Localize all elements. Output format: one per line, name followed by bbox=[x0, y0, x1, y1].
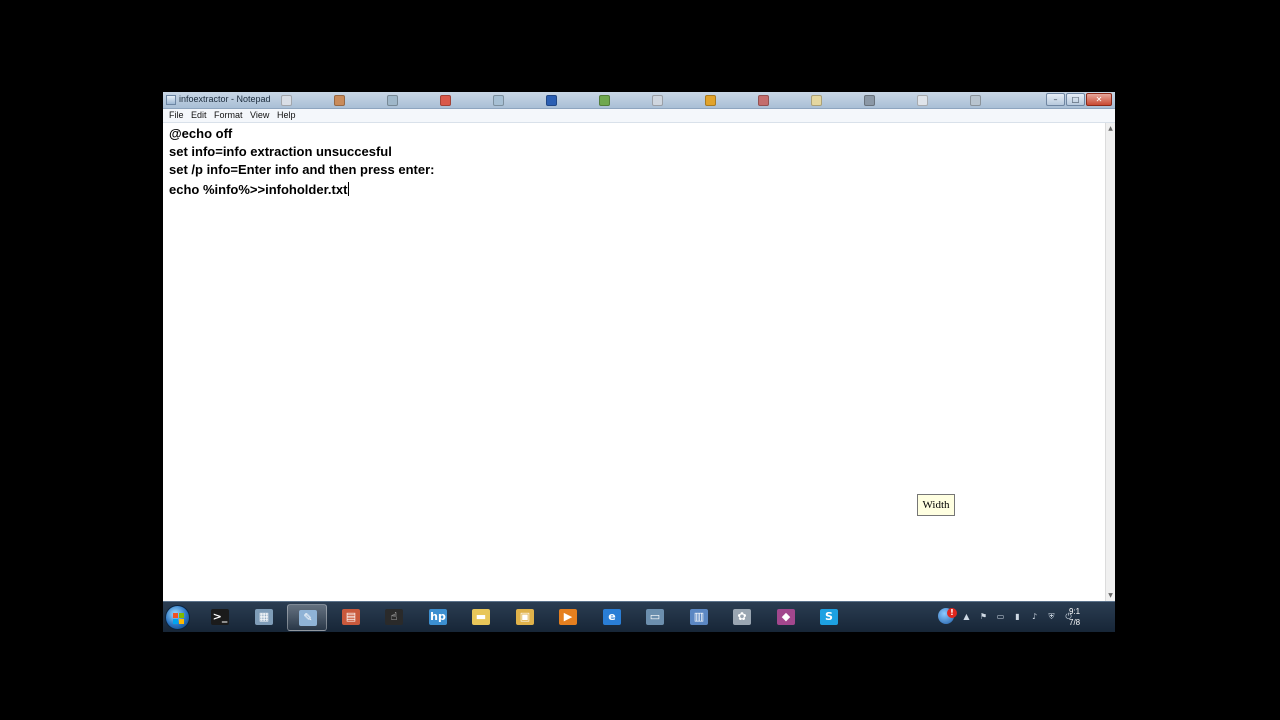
alert-badge: ! bbox=[947, 608, 957, 618]
taskbar-button-internet-explorer[interactable]: e bbox=[592, 604, 632, 631]
taskbar-button-notepad[interactable]: ✎ bbox=[287, 604, 327, 631]
taskbar-button-hp[interactable]: hp bbox=[418, 604, 458, 631]
doc-icon bbox=[281, 95, 292, 106]
file-icon bbox=[917, 95, 928, 106]
clock-time: 9:1 bbox=[1069, 607, 1081, 616]
skype-icon: S bbox=[820, 609, 838, 625]
box-icon bbox=[758, 95, 769, 106]
clock-date: 7/8 bbox=[1069, 618, 1081, 627]
cmd-icon: >_ bbox=[211, 609, 229, 625]
calculator-icon: ▦ bbox=[255, 609, 273, 625]
word-icon bbox=[546, 95, 557, 106]
contacts-icon: ▥ bbox=[690, 609, 708, 625]
editor-line: @echo off bbox=[169, 126, 233, 141]
pointer-icon: ☝ bbox=[385, 609, 403, 625]
desktop-screen: infoextractor - Notepad – □ ✕ File Edit … bbox=[163, 92, 1115, 632]
hp-icon: hp bbox=[429, 609, 447, 625]
window-title-bar[interactable]: infoextractor - Notepad – □ ✕ bbox=[163, 92, 1115, 109]
text-editor-area[interactable]: @echo off set info=info extraction unsuc… bbox=[163, 123, 1105, 601]
close-button[interactable]: ✕ bbox=[1086, 93, 1112, 106]
signal-icon[interactable]: ▮ bbox=[1013, 612, 1022, 621]
width-tooltip: Width bbox=[917, 494, 955, 516]
monitor-tray-icon[interactable]: ▭ bbox=[996, 612, 1005, 621]
menu-help[interactable]: Help bbox=[277, 110, 296, 120]
editor-line: set info=info extraction unsuccesful bbox=[169, 144, 392, 159]
text-caret bbox=[348, 182, 350, 196]
scroll-up-arrow-icon[interactable]: ▲ bbox=[1106, 124, 1115, 133]
taskbar-button-contacts[interactable]: ▥ bbox=[679, 604, 719, 631]
recycle-icon bbox=[970, 95, 981, 106]
editor-line: echo %info%>>infoholder.txt bbox=[169, 182, 350, 197]
taskbar-button-paint[interactable]: ✿ bbox=[722, 604, 762, 631]
note-icon bbox=[811, 95, 822, 106]
taskbar-button-calculator[interactable]: ▦ bbox=[244, 604, 284, 631]
minimize-button[interactable]: – bbox=[1046, 93, 1065, 106]
window-title: infoextractor - Notepad bbox=[179, 94, 271, 104]
taskbar-button-explorer[interactable]: ▣ bbox=[505, 604, 545, 631]
clock[interactable]: 9:1 7/8 bbox=[1069, 606, 1080, 628]
window-controls: – □ ✕ bbox=[1045, 93, 1112, 106]
media-player-icon: ▶ bbox=[559, 609, 577, 625]
menu-view[interactable]: View bbox=[250, 110, 269, 120]
security-icon[interactable]: ⛨ bbox=[1047, 612, 1056, 621]
editor-line: set /p info=Enter info and then press en… bbox=[169, 162, 435, 177]
tools-icon bbox=[599, 95, 610, 106]
taskbar: >_ ▦ ✎ ▤ ☝ hp ▬ ▣ ▶ e ▭ ▥ ✿ ◆ S ! ▲ ⚑ ▭ ▮ ♪ ⛨ ⏻ 9:1 7/8 bbox=[163, 601, 1115, 632]
app-badge-icon: ◆ bbox=[777, 609, 795, 625]
network-icon bbox=[493, 95, 504, 106]
paint-icon: ✿ bbox=[733, 609, 751, 625]
windows-logo-icon bbox=[173, 613, 184, 624]
folder-icon: ▬ bbox=[472, 609, 490, 625]
doc2-icon bbox=[652, 95, 663, 106]
taskbar-button-app-badge[interactable]: ◆ bbox=[766, 604, 806, 631]
action-center-icon[interactable]: ! bbox=[938, 608, 957, 624]
remote-desktop-icon: ▭ bbox=[646, 609, 664, 625]
volume-icon[interactable]: ♪ bbox=[1030, 612, 1039, 621]
menu-edit[interactable]: Edit bbox=[191, 110, 207, 120]
taskbar-button-printer[interactable]: ▤ bbox=[331, 604, 371, 631]
menu-file[interactable]: File bbox=[169, 110, 184, 120]
app-red-icon bbox=[440, 95, 451, 106]
orange-circle-icon bbox=[705, 95, 716, 106]
dots-icon bbox=[864, 95, 875, 106]
show-hidden-icon[interactable]: ▲ bbox=[962, 612, 971, 621]
taskbar-button-skype[interactable]: S bbox=[809, 604, 849, 631]
taskbar-button-cmd[interactable]: >_ bbox=[200, 604, 240, 631]
taskbar-button-media-player[interactable]: ▶ bbox=[548, 604, 588, 631]
taskbar-button-pointer[interactable]: ☝ bbox=[374, 604, 414, 631]
vertical-scrollbar[interactable]: ▲ ▼ bbox=[1105, 123, 1115, 601]
taskbar-button-remote-desktop[interactable]: ▭ bbox=[635, 604, 675, 631]
maximize-button[interactable]: □ bbox=[1066, 93, 1085, 106]
printer-icon: ▤ bbox=[342, 609, 360, 625]
notepad-icon: ✎ bbox=[299, 610, 317, 626]
explorer-icon: ▣ bbox=[516, 609, 534, 625]
paint-icon bbox=[334, 95, 345, 106]
taskbar-button-folder[interactable]: ▬ bbox=[461, 604, 501, 631]
scroll-down-arrow-icon[interactable]: ▼ bbox=[1106, 591, 1115, 600]
notepad-app-icon bbox=[166, 95, 176, 105]
flag-icon[interactable]: ⚑ bbox=[979, 612, 988, 621]
menu-bar: File Edit Format View Help bbox=[163, 109, 1115, 123]
start-button[interactable] bbox=[165, 605, 190, 630]
menu-format[interactable]: Format bbox=[214, 110, 243, 120]
monitor-icon bbox=[387, 95, 398, 106]
internet-explorer-icon: e bbox=[603, 609, 621, 625]
